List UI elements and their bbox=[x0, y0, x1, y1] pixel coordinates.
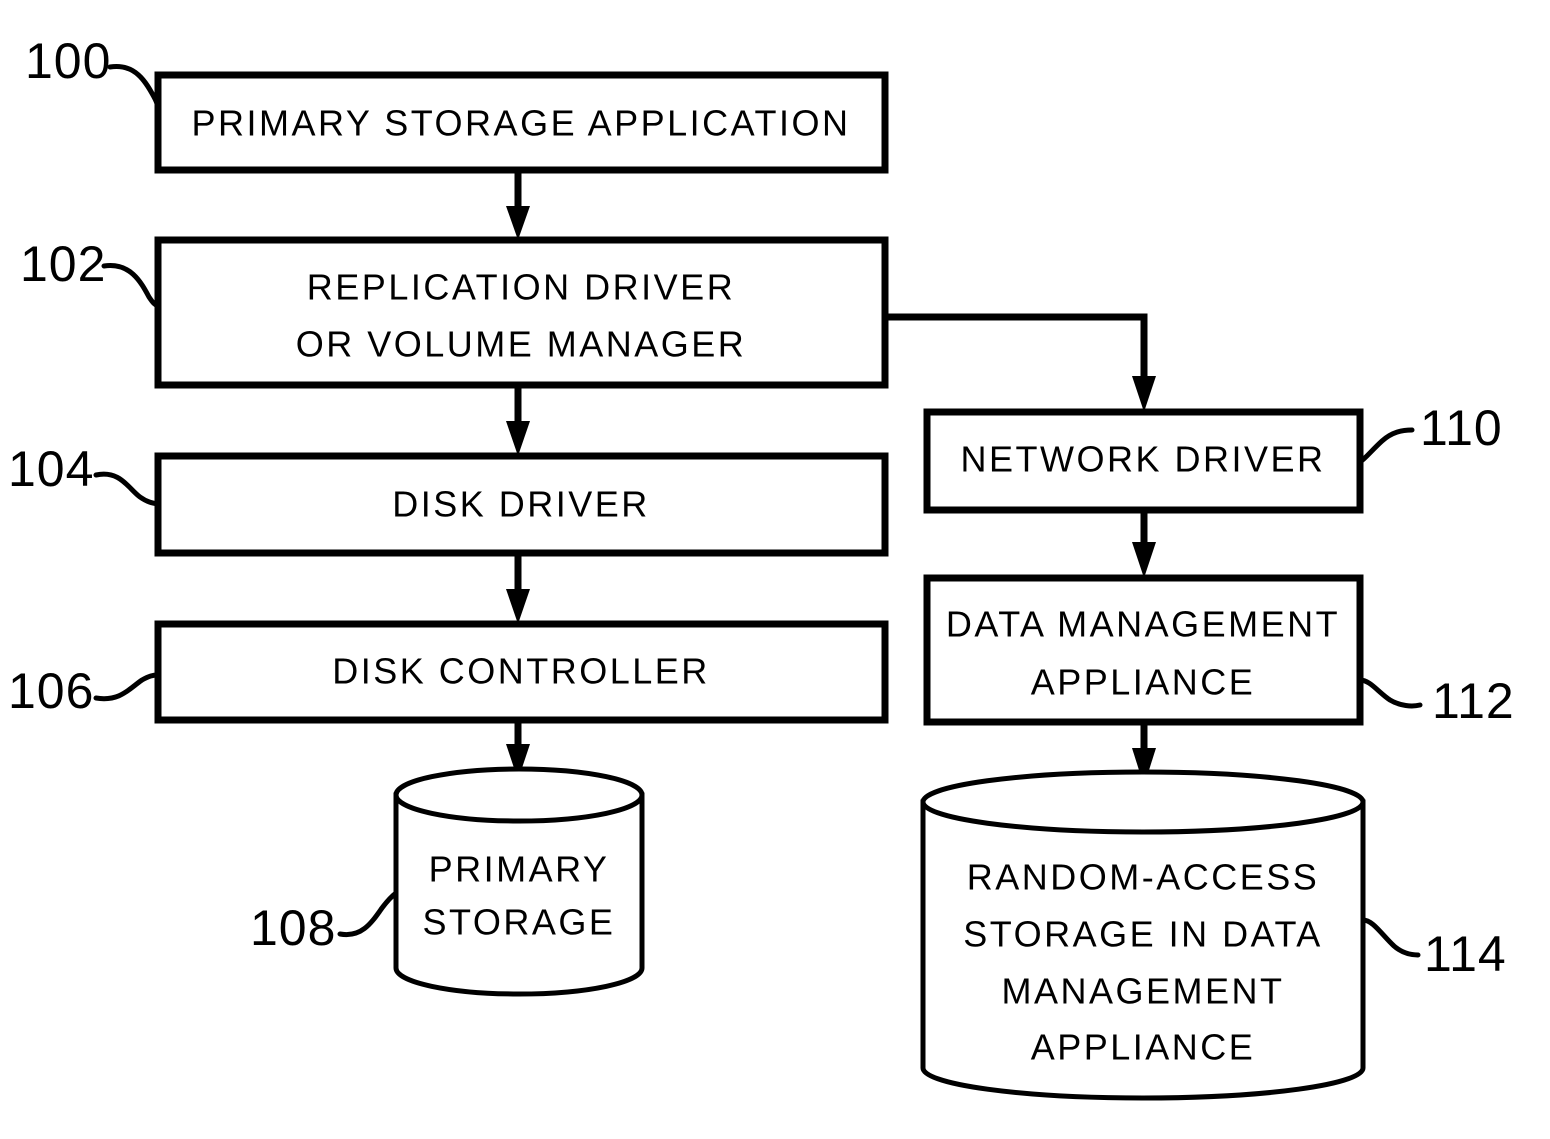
leader-112: 112 bbox=[1357, 673, 1515, 729]
edge-100-to-102 bbox=[506, 170, 530, 240]
leader-106: 106 bbox=[8, 663, 161, 719]
ref-number-108: 108 bbox=[250, 900, 336, 956]
leader-100: 100 bbox=[25, 33, 161, 116]
node-label-random-access-storage-line1: RANDOM-ACCESS bbox=[967, 857, 1320, 898]
ref-number-112: 112 bbox=[1432, 673, 1515, 729]
diagram-canvas: PRIMARY STORAGE APPLICATION 100 REPLICAT… bbox=[8, 33, 1515, 1101]
node-label-random-access-storage-line4: APPLIANCE bbox=[1031, 1027, 1256, 1068]
node-label-disk-driver: DISK DRIVER bbox=[392, 484, 650, 525]
ref-number-100: 100 bbox=[25, 33, 111, 89]
node-label-replication-driver-line2: OR VOLUME MANAGER bbox=[296, 324, 747, 365]
leader-114: 114 bbox=[1360, 917, 1507, 982]
leader-110: 110 bbox=[1357, 400, 1503, 465]
node-network-driver: NETWORK DRIVER bbox=[923, 408, 1364, 514]
leader-102: 102 bbox=[20, 236, 161, 309]
node-data-management-appliance: DATA MANAGEMENT APPLIANCE bbox=[923, 574, 1364, 726]
node-label-network-driver: NETWORK DRIVER bbox=[960, 439, 1325, 480]
edge-102-to-104 bbox=[506, 385, 530, 456]
ref-number-114: 114 bbox=[1424, 926, 1507, 982]
node-label-data-management-appliance-line1: DATA MANAGEMENT bbox=[946, 604, 1340, 645]
node-label-data-management-appliance-line2: APPLIANCE bbox=[1031, 662, 1256, 703]
node-random-access-storage: RANDOM-ACCESS STORAGE IN DATA MANAGEMENT… bbox=[920, 769, 1366, 1101]
node-label-primary-storage-application: PRIMARY STORAGE APPLICATION bbox=[191, 103, 850, 144]
edge-110-to-112 bbox=[1132, 510, 1156, 578]
leader-104: 104 bbox=[8, 441, 161, 507]
patent-figure-diagram: PRIMARY STORAGE APPLICATION 100 REPLICAT… bbox=[0, 0, 1550, 1139]
node-label-replication-driver-line1: REPLICATION DRIVER bbox=[307, 267, 735, 308]
edge-104-to-106 bbox=[506, 553, 530, 624]
node-disk-controller: DISK CONTROLLER bbox=[154, 620, 889, 724]
leader-108: 108 bbox=[250, 890, 399, 956]
edge-102-to-110 bbox=[885, 313, 1156, 412]
ref-number-104: 104 bbox=[8, 441, 94, 497]
node-label-random-access-storage-line2: STORAGE IN DATA bbox=[963, 914, 1323, 955]
ref-number-110: 110 bbox=[1420, 400, 1503, 456]
ref-number-106: 106 bbox=[8, 663, 94, 719]
ref-number-102: 102 bbox=[20, 236, 106, 292]
node-primary-storage-application: PRIMARY STORAGE APPLICATION bbox=[154, 71, 889, 174]
node-label-disk-controller: DISK CONTROLLER bbox=[332, 651, 710, 692]
node-label-primary-storage-line1: PRIMARY bbox=[429, 849, 610, 890]
node-primary-storage: PRIMARY STORAGE bbox=[393, 766, 645, 997]
node-replication-driver-or-volume-manager: REPLICATION DRIVER OR VOLUME MANAGER bbox=[154, 236, 889, 389]
node-label-random-access-storage-line3: MANAGEMENT bbox=[1001, 971, 1284, 1012]
node-label-primary-storage-line2: STORAGE bbox=[423, 902, 616, 943]
node-disk-driver: DISK DRIVER bbox=[154, 452, 889, 557]
